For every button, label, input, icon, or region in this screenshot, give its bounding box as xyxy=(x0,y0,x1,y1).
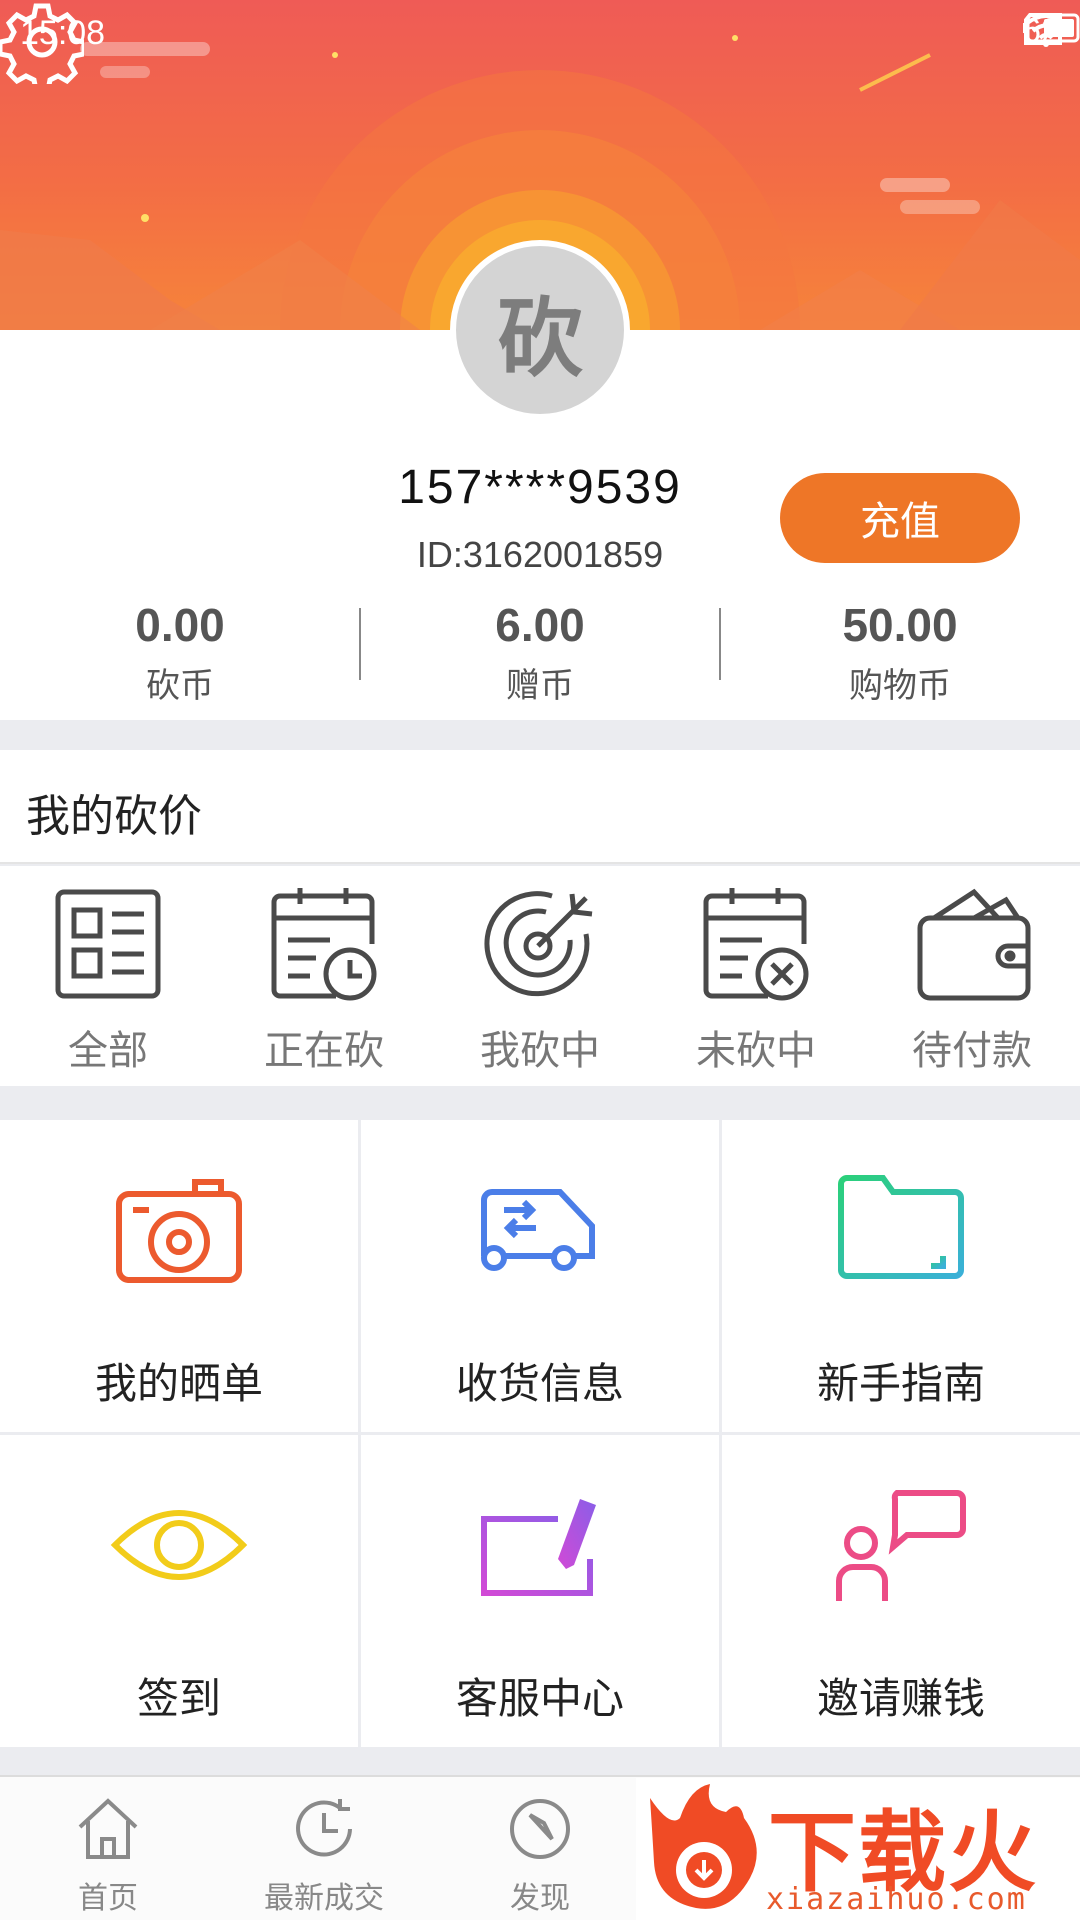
home-icon xyxy=(78,1798,138,1859)
flame-logo-icon xyxy=(650,1784,757,1909)
bargain-item-label: 全部 xyxy=(68,1028,148,1074)
customer-service-button[interactable]: 客服中心 xyxy=(361,1435,719,1747)
avatar-text: 砍 xyxy=(497,287,583,389)
gear-icon[interactable] xyxy=(0,0,84,84)
tab-label: 首页 xyxy=(78,1881,138,1916)
beginner-guide-button[interactable]: 新手指南 xyxy=(722,1120,1080,1432)
tab-home[interactable]: 首页 xyxy=(0,1777,216,1920)
tab-latest-deals[interactable]: 最新成交 xyxy=(216,1777,432,1920)
function-label: 新手指南 xyxy=(816,1359,985,1408)
eye-icon xyxy=(110,1510,248,1580)
my-showcase-button[interactable]: 我的晒单 xyxy=(0,1120,358,1432)
bargain-won[interactable]: 我砍中 xyxy=(432,866,648,1086)
balance-kan-coin[interactable]: 0.00 砍币 xyxy=(0,590,360,710)
section-title: 我的砍价 xyxy=(26,791,202,842)
camera-icon xyxy=(116,1179,242,1283)
function-grid: 我的晒单 收货信息 新手指南 签到 客服中心 邀请赚钱 xyxy=(0,1120,1080,1750)
bargain-pending-payment[interactable]: 待付款 xyxy=(864,866,1080,1086)
invite-earn-button[interactable]: 邀请赚钱 xyxy=(722,1435,1080,1747)
delivery-truck-icon xyxy=(481,1189,595,1271)
balance-label: 赠币 xyxy=(506,666,574,706)
function-label: 签到 xyxy=(136,1674,221,1723)
bargain-item-label: 正在砍 xyxy=(264,1028,384,1074)
bargain-item-label: 未砍中 xyxy=(696,1028,816,1074)
balance-row: 0.00 砍币 6.00 赠币 50.00 购物币 xyxy=(0,590,1080,710)
status-bar: 15:08 62 xyxy=(0,0,1080,66)
watermark-url: xiazaihuo.com xyxy=(766,1882,1027,1917)
recharge-button[interactable]: 充值 xyxy=(780,473,1020,563)
balance-shopping-coin[interactable]: 50.00 购物币 xyxy=(720,590,1080,710)
my-bargain-header[interactable]: 我的砍价 xyxy=(0,750,1080,864)
balance-gift-coin[interactable]: 6.00 赠币 xyxy=(360,590,720,710)
balance-divider xyxy=(359,608,361,680)
balance-label: 砍币 xyxy=(146,666,214,706)
compass-icon xyxy=(510,1799,570,1859)
tab-label: 最新成交 xyxy=(264,1881,384,1916)
balance-value: 50.00 xyxy=(842,599,958,651)
bargain-all[interactable]: 全部 xyxy=(0,866,216,1086)
bargain-item-label: 我砍中 xyxy=(480,1028,600,1074)
balance-value: 6.00 xyxy=(495,599,585,651)
sign-in-button[interactable]: 签到 xyxy=(0,1435,358,1747)
avatar[interactable]: 砍 xyxy=(450,240,630,420)
function-label: 收货信息 xyxy=(455,1359,624,1408)
balance-divider xyxy=(719,608,721,680)
tab-discover[interactable]: 发现 xyxy=(432,1777,648,1920)
bargain-status-row: 全部 正在砍 我砍中 未砍中 待付款 xyxy=(0,866,1080,1086)
battery-icon xyxy=(1023,13,1080,43)
wallet-icon xyxy=(917,888,1031,1001)
target-icon xyxy=(484,891,593,997)
user-chat-icon xyxy=(836,1490,966,1601)
history-icon xyxy=(296,1799,352,1857)
function-label: 我的晒单 xyxy=(94,1359,263,1408)
tab-label: 发现 xyxy=(510,1881,570,1916)
calendar-cancel-icon xyxy=(703,888,809,1001)
list-icon xyxy=(55,889,161,999)
function-label: 客服中心 xyxy=(455,1674,624,1723)
calendar-clock-icon xyxy=(271,888,377,1001)
card-pen-icon xyxy=(481,1499,596,1596)
watermark-logo: 下载火 xiazaihuo.com xyxy=(636,1778,1080,1920)
bargain-in-progress[interactable]: 正在砍 xyxy=(216,866,432,1086)
function-label: 邀请赚钱 xyxy=(816,1674,985,1723)
bargain-item-label: 待付款 xyxy=(912,1028,1032,1074)
balance-label: 购物币 xyxy=(849,666,951,706)
balance-value: 0.00 xyxy=(135,599,225,651)
status-icons: 62 xyxy=(1022,12,1080,51)
shipping-info-button[interactable]: 收货信息 xyxy=(361,1120,719,1432)
folder-icon xyxy=(838,1175,964,1279)
bargain-lost[interactable]: 未砍中 xyxy=(648,866,864,1086)
